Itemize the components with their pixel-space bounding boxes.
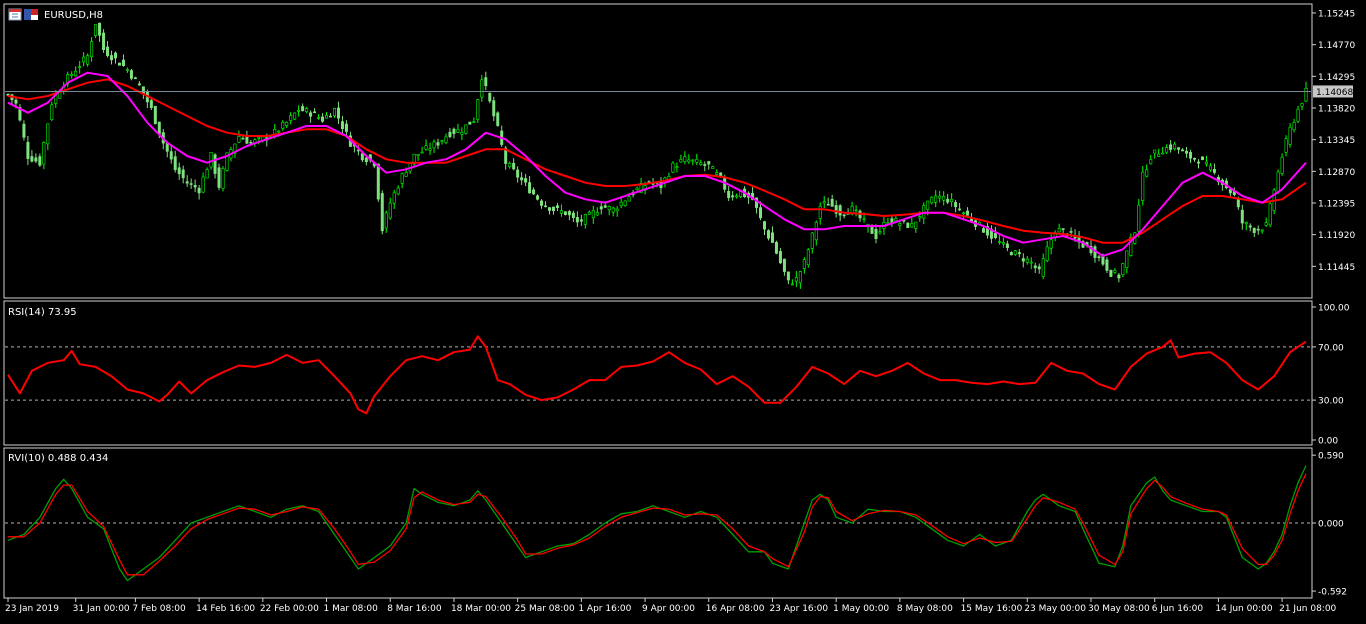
- chart-canvas[interactable]: EURUSD,H8 1.15245 1.14770 1.14295 1.13820 1.…: [0, 0, 1366, 620]
- time-label: 8 May 08:00: [897, 604, 953, 614]
- rsi-axis-tick-label: 70.00: [1318, 343, 1344, 353]
- candle: [464, 124, 468, 135]
- candle: [1200, 156, 1204, 161]
- price-axis-tick-label: 1.11445: [1318, 263, 1355, 273]
- candle: [906, 222, 910, 229]
- price-axis-tick-label: 1.14770: [1318, 41, 1355, 51]
- price-axis-tick-label: 1.13820: [1318, 105, 1355, 115]
- candle: [153, 105, 157, 125]
- candle: [117, 62, 121, 66]
- time-label: 9 Apr 00:00: [642, 604, 695, 614]
- candle: [129, 68, 133, 81]
- rvi-axis-tick-label: 0.590: [1318, 452, 1344, 462]
- time-label: 7 Feb 08:00: [132, 604, 186, 614]
- rsi-axis-tick-label: 30.00: [1318, 397, 1344, 407]
- price-axis-tick-label: 1.11920: [1318, 231, 1355, 241]
- trading-chart[interactable]: EURUSD,H8 1.15245 1.14770 1.14295 1.13820 1.…: [0, 0, 1366, 620]
- time-label: 1 May 00:00: [833, 604, 889, 614]
- rsi-title: RSI(14) 73.95: [8, 307, 77, 318]
- candle: [1268, 200, 1272, 228]
- time-label: 22 Feb 00:00: [260, 604, 319, 614]
- time-label: 8 Mar 16:00: [387, 604, 442, 614]
- time-label: 23 Apr 16:00: [769, 604, 828, 614]
- time-label: 16 Apr 08:00: [706, 604, 765, 614]
- time-label: 15 May 16:00: [961, 604, 1023, 614]
- flag-icon: [24, 9, 38, 20]
- price-axis-tick-label: 1.14295: [1318, 73, 1355, 83]
- current-price-label: 1.14068: [1316, 88, 1353, 98]
- time-label: 1 Apr 16:00: [578, 604, 631, 614]
- price-axis-tick-label: 1.13345: [1318, 136, 1355, 146]
- time-label: 25 Mar 08:00: [515, 604, 575, 614]
- candle: [380, 190, 384, 235]
- rsi-axis-tick-label: 0.00: [1318, 437, 1338, 447]
- candle: [496, 111, 500, 127]
- symbol-title: EURUSD,H8: [44, 10, 103, 21]
- candle: [50, 101, 54, 122]
- time-label: 14 Feb 16:00: [196, 604, 255, 614]
- rvi-axis-tick-label: -0.592: [1318, 588, 1347, 598]
- time-label: 30 May 08:00: [1088, 604, 1150, 614]
- price-axis-tick-label: 1.15245: [1318, 10, 1355, 20]
- candle: [1121, 262, 1125, 278]
- candle: [806, 248, 810, 268]
- time-label: 14 Jun 00:00: [1215, 604, 1272, 614]
- candle: [217, 163, 221, 191]
- time-label: 6 Jun 16:00: [1152, 604, 1204, 614]
- time-label: 21 Jun 08:00: [1279, 604, 1336, 614]
- time-label: 23 Jan 2019: [5, 604, 59, 614]
- candle: [563, 211, 567, 216]
- candle: [468, 121, 472, 125]
- price-axis-tick-label: 1.12395: [1318, 200, 1355, 210]
- chart-background: [0, 0, 1366, 620]
- symbol-icon[interactable]: [8, 8, 22, 21]
- rvi-axis-tick-label: 0.000: [1318, 520, 1344, 530]
- candle: [376, 163, 380, 202]
- candle: [293, 112, 297, 121]
- candle: [623, 200, 627, 207]
- candle: [1141, 165, 1145, 206]
- candle: [476, 99, 480, 123]
- time-label: 18 Mar 00:00: [451, 604, 511, 614]
- candle: [671, 161, 675, 174]
- time-label: 31 Jan 00:00: [73, 604, 130, 614]
- time-label: 23 May 00:00: [1024, 604, 1086, 614]
- candle: [1109, 269, 1113, 277]
- candle: [221, 166, 225, 192]
- time-label: 1 Mar 08:00: [324, 604, 379, 614]
- price-axis-tick-label: 1.12870: [1318, 168, 1355, 178]
- candle: [774, 240, 778, 255]
- rvi-title: RVI(10) 0.488 0.434: [8, 453, 108, 464]
- rsi-axis-tick-label: 100.00: [1318, 304, 1350, 314]
